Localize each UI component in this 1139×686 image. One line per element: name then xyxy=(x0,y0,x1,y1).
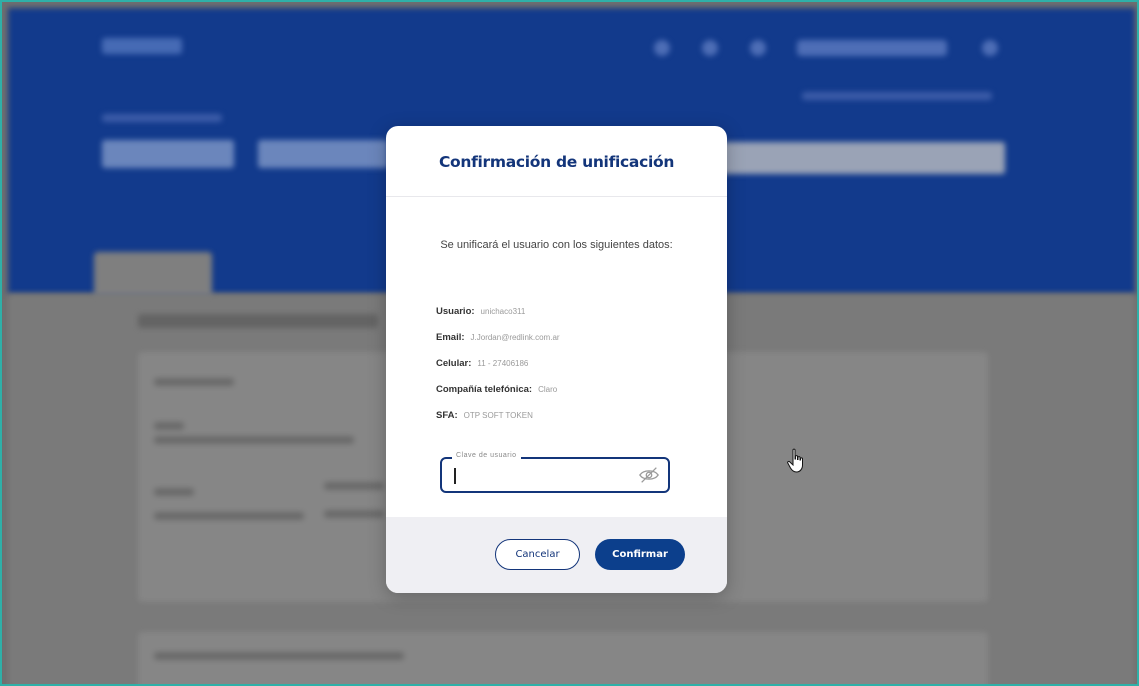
text-caret xyxy=(454,468,456,484)
tab-active xyxy=(94,252,212,296)
user-details-list: Usuario: unichaco311 Email: J.Jordan@redli… xyxy=(436,306,560,436)
detail-value: J.Jordan@redlink.com.ar xyxy=(470,333,560,342)
app-logo xyxy=(102,38,182,54)
cancel-button[interactable]: Cancelar xyxy=(495,539,580,570)
header-icon xyxy=(982,40,998,56)
filter-button xyxy=(258,140,388,168)
card-line xyxy=(154,512,304,520)
header-icon xyxy=(750,40,766,56)
card-line xyxy=(154,652,404,660)
confirm-button[interactable]: Confirmar xyxy=(595,539,685,570)
dialog-title: Confirmación de unificación xyxy=(438,153,675,171)
header-subtitle xyxy=(802,92,992,100)
detail-label: Compañía telefónica: xyxy=(436,384,533,395)
detail-value: 11 - 27406186 xyxy=(477,359,529,368)
card-line xyxy=(154,488,194,496)
header-icon xyxy=(702,40,718,56)
search-bar xyxy=(707,142,1005,174)
password-field[interactable]: Clave de usuario xyxy=(440,452,670,493)
card-line xyxy=(154,378,234,386)
header-icon xyxy=(654,40,670,56)
user-menu xyxy=(797,40,947,56)
unification-confirm-dialog: Confirmación de unificación Se unificará… xyxy=(386,126,727,593)
detail-row-compania: Compañía telefónica: Claro xyxy=(436,384,560,410)
filter-label xyxy=(102,114,222,122)
card-line xyxy=(154,436,354,444)
detail-label: Usuario: xyxy=(436,306,475,317)
detail-value: Claro xyxy=(538,385,558,394)
card-line xyxy=(324,482,384,490)
detail-row-sfa: SFA: OTP SOFT TOKEN xyxy=(436,410,560,436)
card-line xyxy=(154,422,184,430)
filter-button xyxy=(102,140,234,168)
detail-value: OTP SOFT TOKEN xyxy=(463,411,533,420)
card-line xyxy=(324,510,384,518)
detail-row-email: Email: J.Jordan@redlink.com.ar xyxy=(436,332,560,358)
password-field-label: Clave de usuario xyxy=(452,452,521,459)
detail-label: SFA: xyxy=(436,410,458,421)
detail-row-usuario: Usuario: unichaco311 xyxy=(436,306,560,332)
detail-row-celular: Celular: 11 - 27406186 xyxy=(436,358,560,384)
detail-label: Email: xyxy=(436,332,465,343)
screen-frame: Confirmación de unificación Se unificará… xyxy=(0,0,1139,686)
dialog-footer: Cancelar Confirmar xyxy=(386,517,727,593)
detail-label: Celular: xyxy=(436,358,472,369)
eye-slash-icon[interactable] xyxy=(638,465,660,485)
dialog-intro-text: Se unificará el usuario con los siguient… xyxy=(440,239,673,251)
dialog-header: Confirmación de unificación xyxy=(386,126,727,197)
section-title xyxy=(138,314,378,328)
detail-value: unichaco311 xyxy=(480,307,526,316)
password-input[interactable] xyxy=(450,467,630,485)
hand-pointer-icon xyxy=(787,448,803,473)
